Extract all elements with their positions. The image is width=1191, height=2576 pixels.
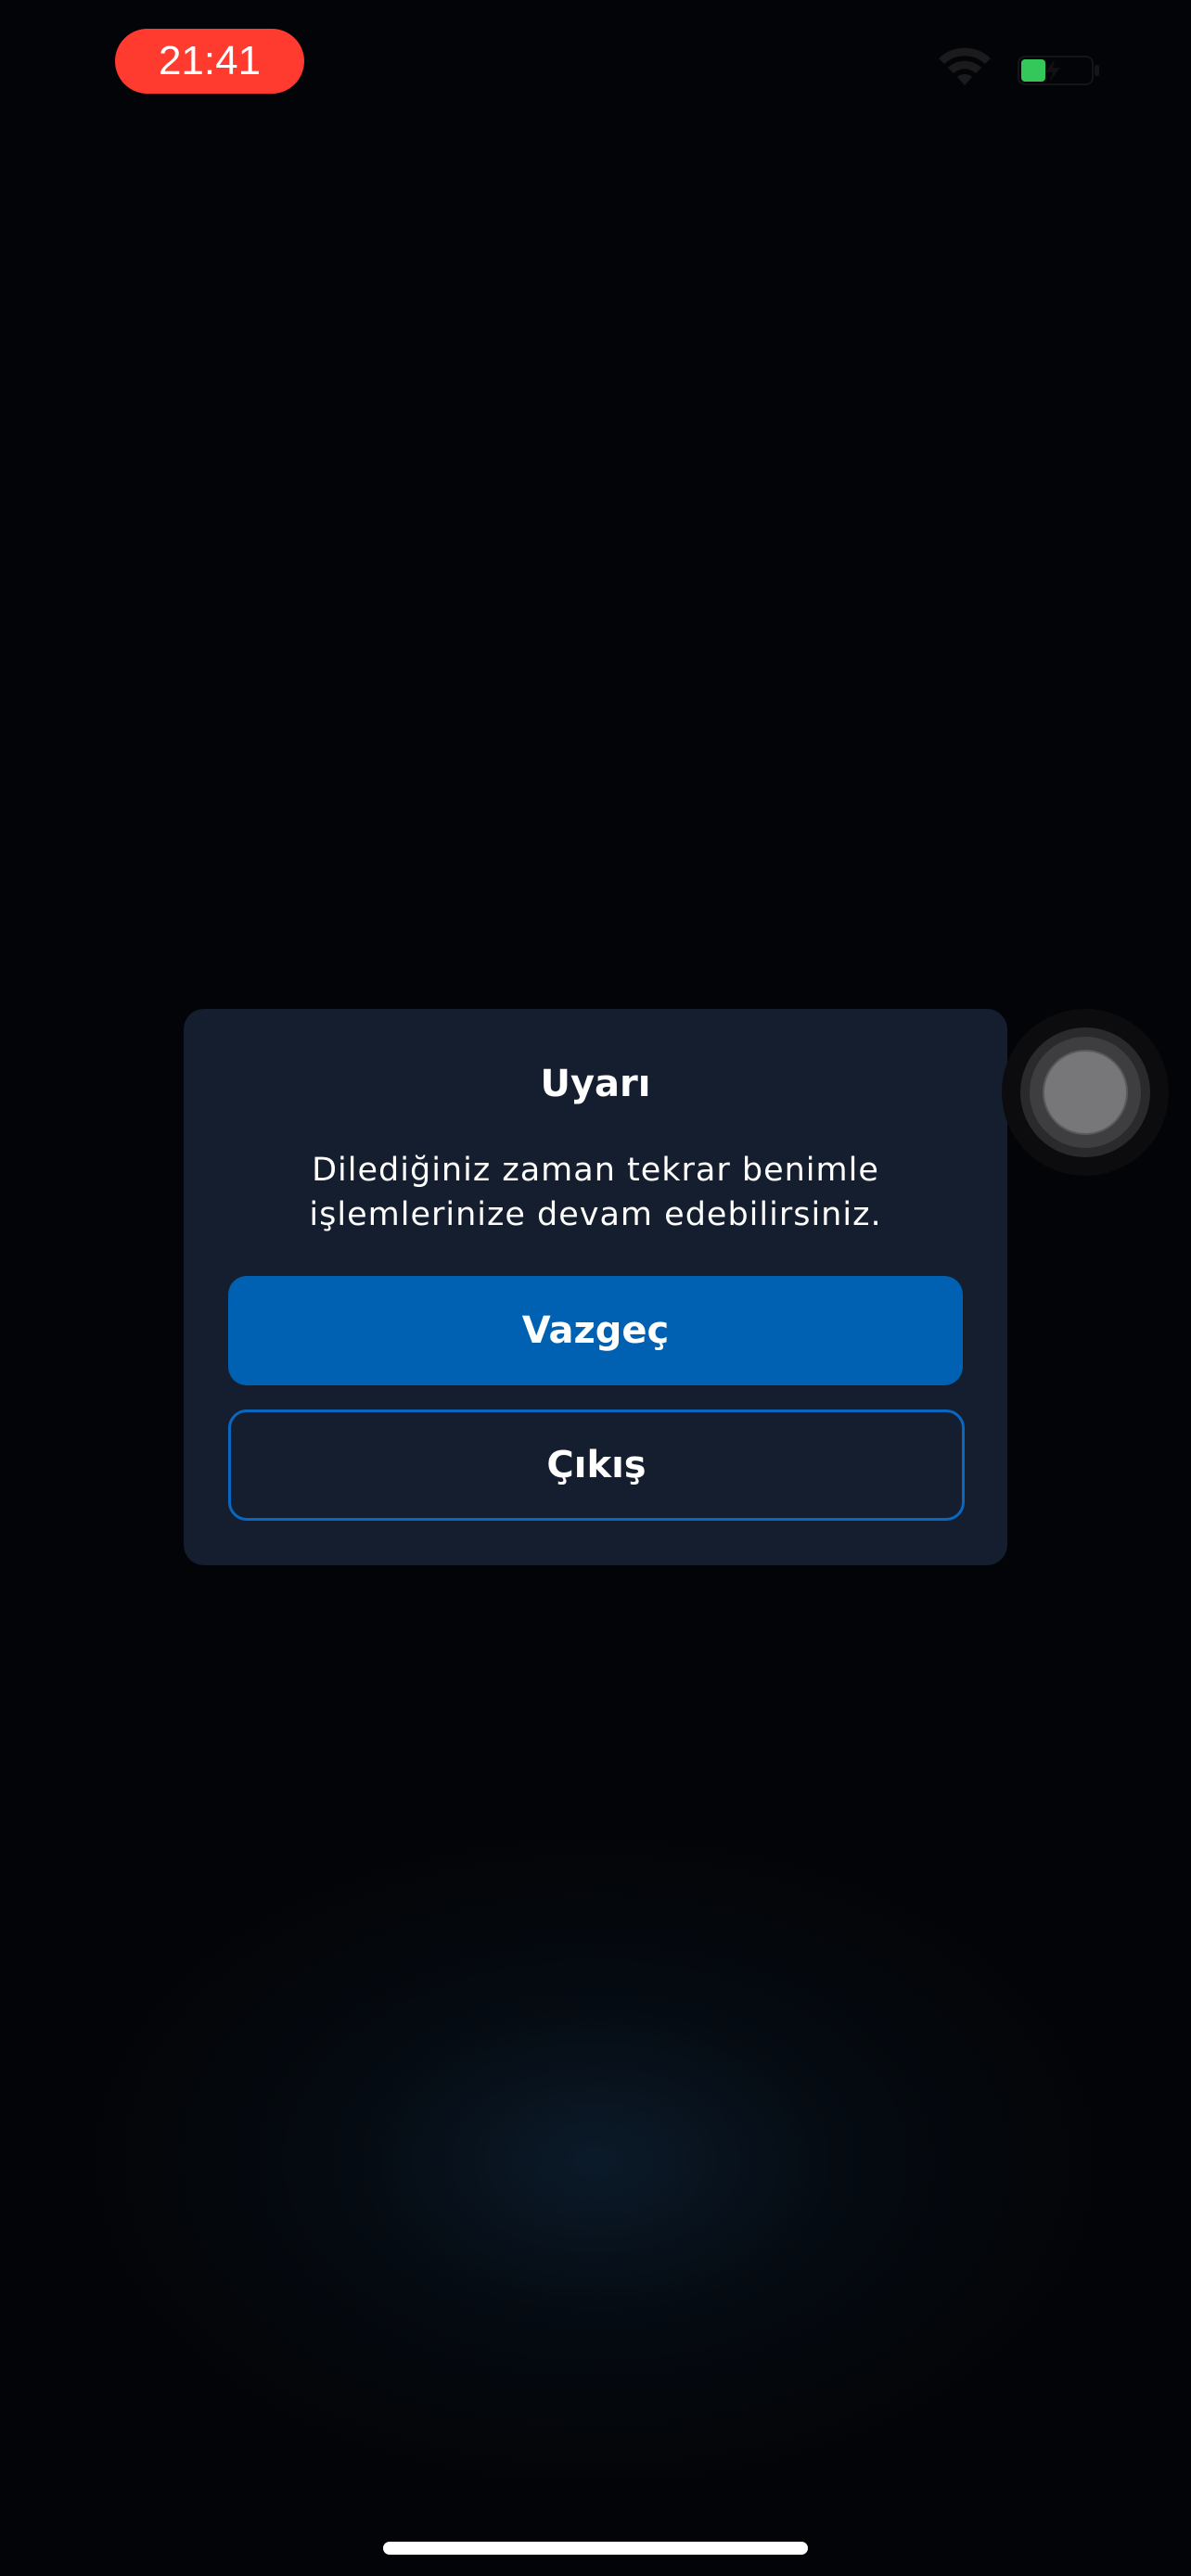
bottom-bar [0, 2480, 1191, 2576]
dialog-message-line-2: işlemlerinize devam edebilirsiniz. [309, 1196, 882, 1233]
dialog-message-line-1: Dilediğiniz zaman tekrar benimle [312, 1152, 879, 1189]
exit-button[interactable]: Çıkış [228, 1409, 965, 1521]
status-time-label: 21:41 [158, 38, 262, 83]
battery-charging-icon [1018, 56, 1099, 85]
home-indicator[interactable] [383, 2542, 808, 2555]
alert-dialog: Uyarı Dilediğiniz zaman tekrar benimle i… [184, 1009, 1007, 1565]
cancel-button-label: Vazgeç [521, 1309, 670, 1352]
status-time[interactable]: 21:41 [115, 29, 304, 94]
assistive-touch-core [1043, 1050, 1128, 1135]
dialog-title: Uyarı [540, 1063, 651, 1105]
assistive-touch-button[interactable] [1002, 1009, 1169, 1176]
dialog-message: Dilediğiniz zaman tekrar benimle işlemle… [221, 1148, 970, 1237]
assistive-touch-icon [1020, 1027, 1150, 1157]
exit-button-label: Çıkış [546, 1444, 647, 1486]
assistive-touch-ring [1030, 1037, 1141, 1148]
wifi-icon [939, 47, 991, 85]
cancel-button[interactable]: Vazgeç [228, 1276, 963, 1385]
